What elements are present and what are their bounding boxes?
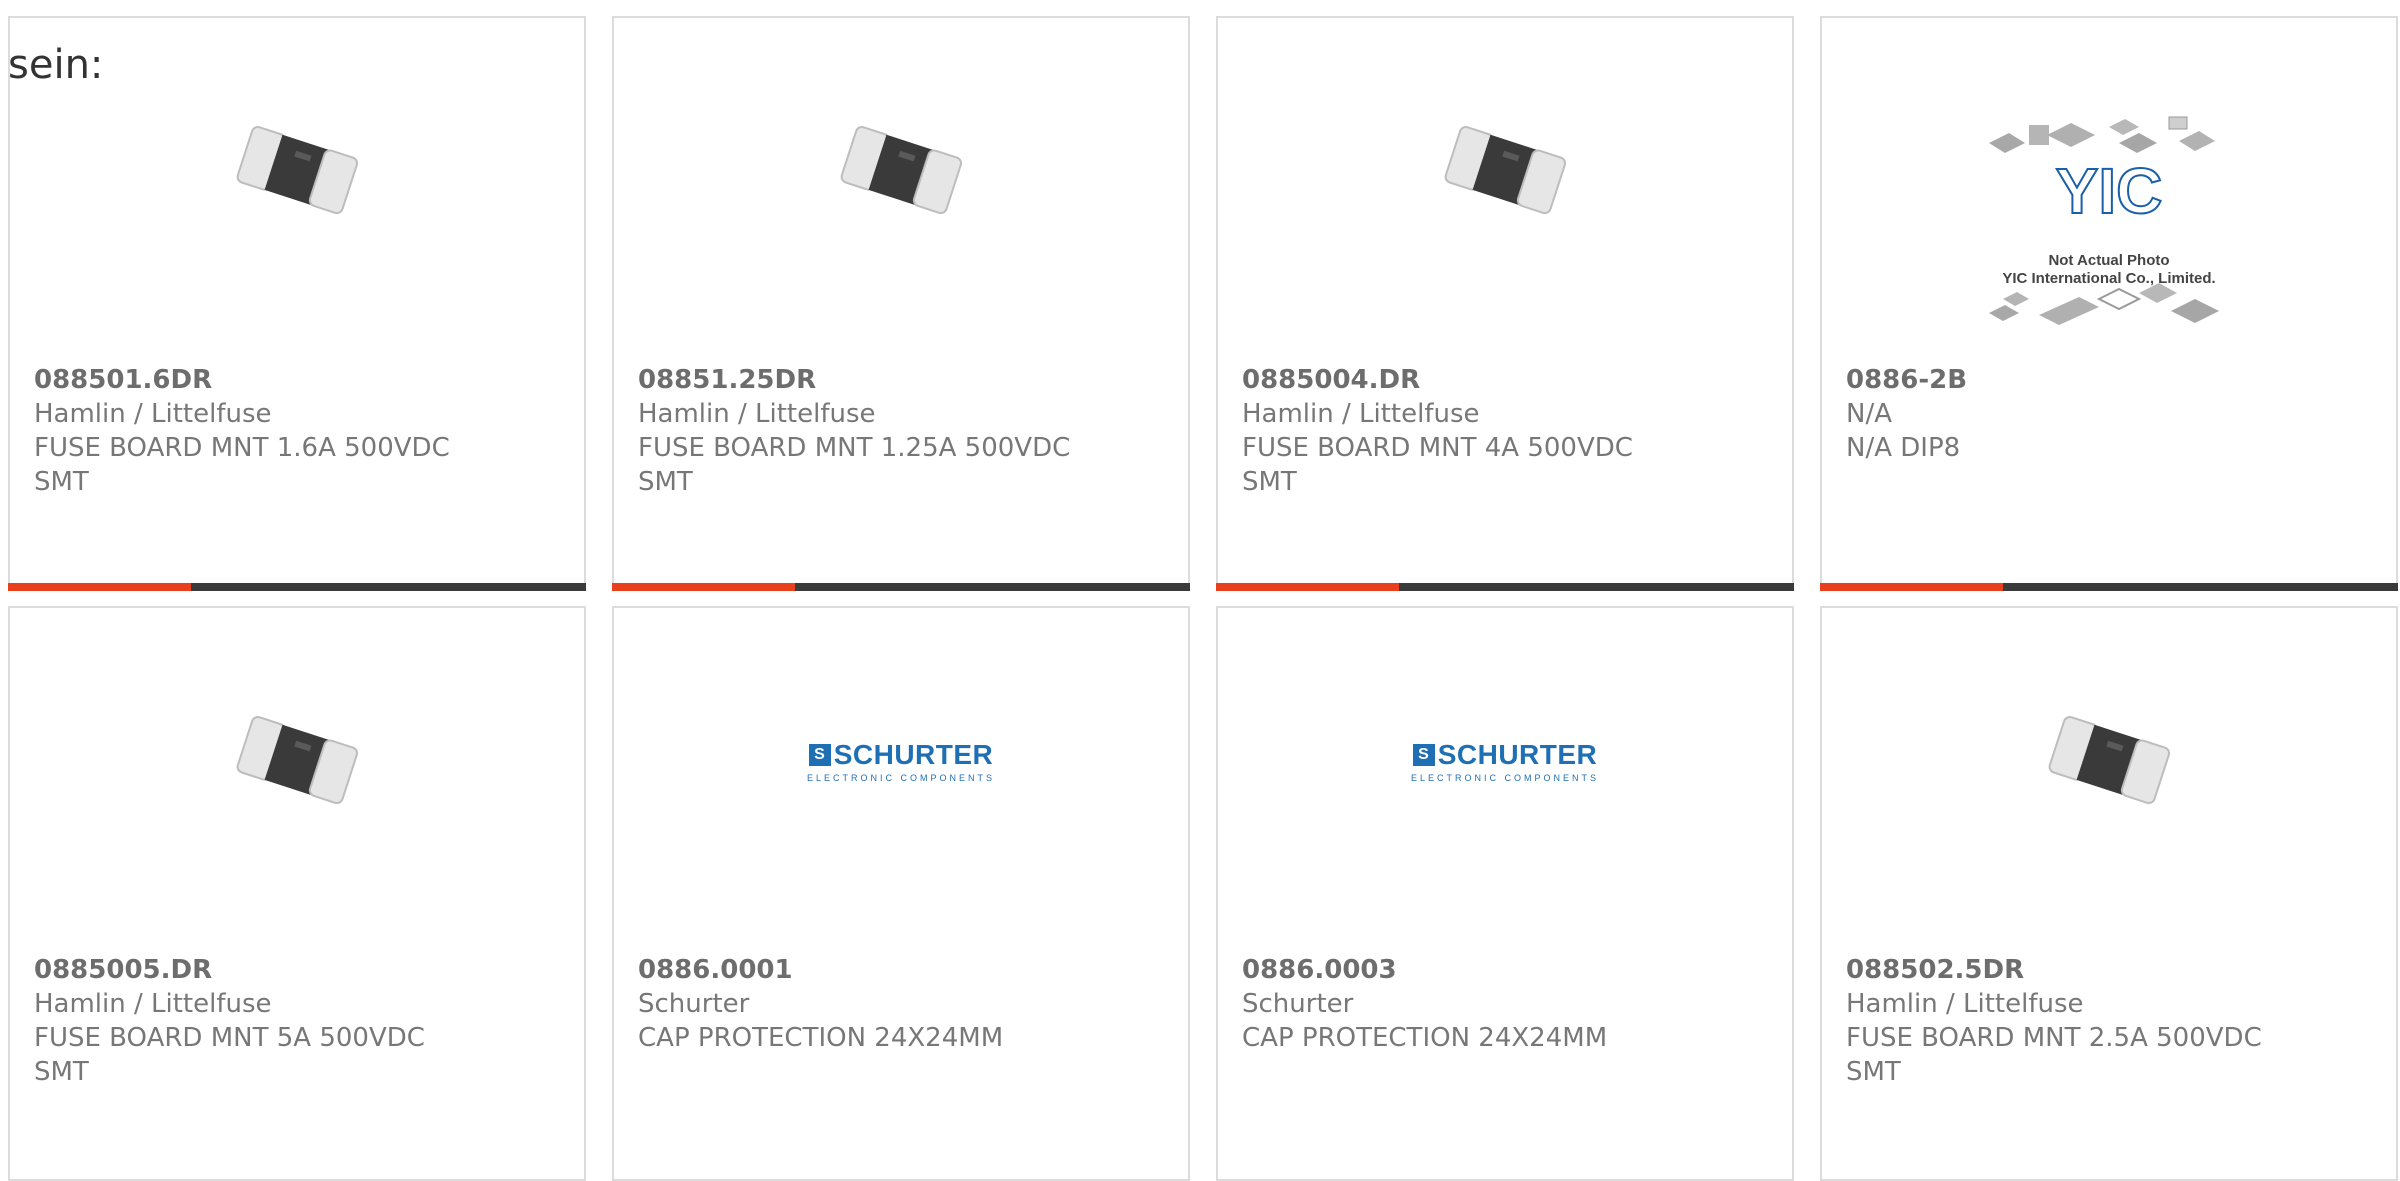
schurter-brand-text: SCHURTER: [1437, 738, 1598, 770]
manufacturer: Hamlin / Littelfuse: [34, 989, 272, 1019]
product-card[interactable]: 0885005.DR Hamlin / Littelfuse FUSE BOAR…: [8, 606, 586, 1181]
svg-text:YIC: YIC: [2056, 155, 2163, 227]
schurter-logo: S SCHURTER ELECTRONIC COMPONENTS: [1411, 739, 1599, 783]
product-card[interactable]: 088501.6DR Hamlin / Littelfuse FUSE BOAR…: [8, 16, 586, 591]
schurter-brand: S SCHURTER: [808, 738, 994, 771]
product-info: 0886.0001 Schurter CAP PROTECTION 24X24M…: [638, 953, 1168, 1055]
page-label: sein:: [8, 42, 104, 88]
product-info: 088501.6DR Hamlin / Littelfuse FUSE BOAR…: [34, 363, 564, 499]
smd-fuse-icon: [236, 125, 359, 214]
schurter-brand-text: SCHURTER: [833, 738, 994, 770]
description: FUSE BOARD MNT 2.5A 500VDC: [1846, 1023, 2262, 1053]
package: SMT: [1242, 467, 1297, 497]
product-image[interactable]: [1822, 673, 2396, 848]
schurter-tagline: ELECTRONIC COMPONENTS: [806, 772, 995, 783]
smd-fuse-icon: [2048, 715, 2171, 804]
image-caption-line: YIC International Co., Limited.: [2002, 270, 2216, 287]
card-accent-bar: [1216, 583, 1399, 591]
product-info: 0886.0003 Schurter CAP PROTECTION 24X24M…: [1242, 953, 1772, 1055]
product-info: 08851.25DR Hamlin / Littelfuse FUSE BOAR…: [638, 363, 1168, 499]
card-accent-bar: [612, 583, 795, 591]
description: CAP PROTECTION 24X24MM: [1242, 1023, 1608, 1053]
product-image[interactable]: [614, 83, 1188, 258]
manufacturer: Hamlin / Littelfuse: [34, 399, 272, 429]
schurter-mark-icon: S: [808, 743, 831, 766]
manufacturer: Hamlin / Littelfuse: [1846, 989, 2084, 1019]
manufacturer: Hamlin / Littelfuse: [638, 399, 876, 429]
manufacturer: N/A: [1846, 399, 1892, 429]
product-card[interactable]: YIC Not Actual Photo YIC International C…: [1820, 16, 2398, 591]
product-info: 0885004.DR Hamlin / Littelfuse FUSE BOAR…: [1242, 363, 1772, 499]
image-caption-line: Not Actual Photo: [2048, 252, 2170, 269]
package: SMT: [638, 467, 693, 497]
package: SMT: [1846, 1057, 1901, 1087]
description: FUSE BOARD MNT 1.25A 500VDC: [638, 433, 1071, 463]
product-image[interactable]: [10, 83, 584, 258]
description: CAP PROTECTION 24X24MM: [638, 1023, 1004, 1053]
product-card[interactable]: 08851.25DR Hamlin / Littelfuse FUSE BOAR…: [612, 16, 1190, 591]
product-image[interactable]: YIC: [1822, 103, 2396, 373]
product-image[interactable]: S SCHURTER ELECTRONIC COMPONENTS: [614, 673, 1188, 848]
product-info: 088502.5DR Hamlin / Littelfuse FUSE BOAR…: [1846, 953, 2376, 1089]
manufacturer: Schurter: [638, 989, 750, 1019]
card-accent-bar: [8, 583, 191, 591]
card-bottom-bar: [8, 583, 586, 591]
card-bottom-bar: [612, 583, 1190, 591]
part-number[interactable]: 0886.0001: [638, 953, 1168, 987]
part-number[interactable]: 088501.6DR: [34, 363, 564, 397]
part-number[interactable]: 0885004.DR: [1242, 363, 1772, 397]
description: FUSE BOARD MNT 1.6A 500VDC: [34, 433, 450, 463]
manufacturer: Schurter: [1242, 989, 1354, 1019]
image-caption: Not Actual Photo YIC International Co., …: [1822, 240, 2396, 300]
product-info: 0885005.DR Hamlin / Littelfuse FUSE BOAR…: [34, 953, 564, 1089]
product-info: 0886-2B N/A N/A DIP8: [1846, 363, 2376, 465]
card-accent-bar: [1820, 583, 2003, 591]
card-bottom-bar: [1820, 583, 2398, 591]
product-image[interactable]: [10, 673, 584, 848]
schurter-brand: S SCHURTER: [1412, 738, 1598, 771]
manufacturer: Hamlin / Littelfuse: [1242, 399, 1480, 429]
smd-fuse-icon: [236, 715, 359, 804]
schurter-logo: S SCHURTER ELECTRONIC COMPONENTS: [807, 739, 995, 783]
description: FUSE BOARD MNT 5A 500VDC: [34, 1023, 425, 1053]
card-bottom-bar: [1216, 583, 1794, 591]
smd-fuse-icon: [1444, 125, 1567, 214]
part-number[interactable]: 08851.25DR: [638, 363, 1168, 397]
product-card[interactable]: 0885004.DR Hamlin / Littelfuse FUSE BOAR…: [1216, 16, 1794, 591]
package: SMT: [34, 1057, 89, 1087]
part-number[interactable]: 0886-2B: [1846, 363, 2376, 397]
schurter-mark-icon: S: [1412, 743, 1435, 766]
smd-fuse-icon: [840, 125, 963, 214]
product-image[interactable]: [1218, 83, 1792, 258]
part-number[interactable]: 088502.5DR: [1846, 953, 2376, 987]
yic-placeholder-logo: YIC: [1989, 116, 2219, 325]
product-card[interactable]: 088502.5DR Hamlin / Littelfuse FUSE BOAR…: [1820, 606, 2398, 1181]
description: FUSE BOARD MNT 4A 500VDC: [1242, 433, 1633, 463]
product-image[interactable]: S SCHURTER ELECTRONIC COMPONENTS: [1218, 673, 1792, 848]
package: SMT: [34, 467, 89, 497]
schurter-tagline: ELECTRONIC COMPONENTS: [1410, 772, 1599, 783]
product-card[interactable]: S SCHURTER ELECTRONIC COMPONENTS 0886.000…: [612, 606, 1190, 1181]
description: N/A DIP8: [1846, 433, 1961, 463]
part-number[interactable]: 0886.0003: [1242, 953, 1772, 987]
product-card[interactable]: S SCHURTER ELECTRONIC COMPONENTS 0886.000…: [1216, 606, 1794, 1181]
part-number[interactable]: 0885005.DR: [34, 953, 564, 987]
